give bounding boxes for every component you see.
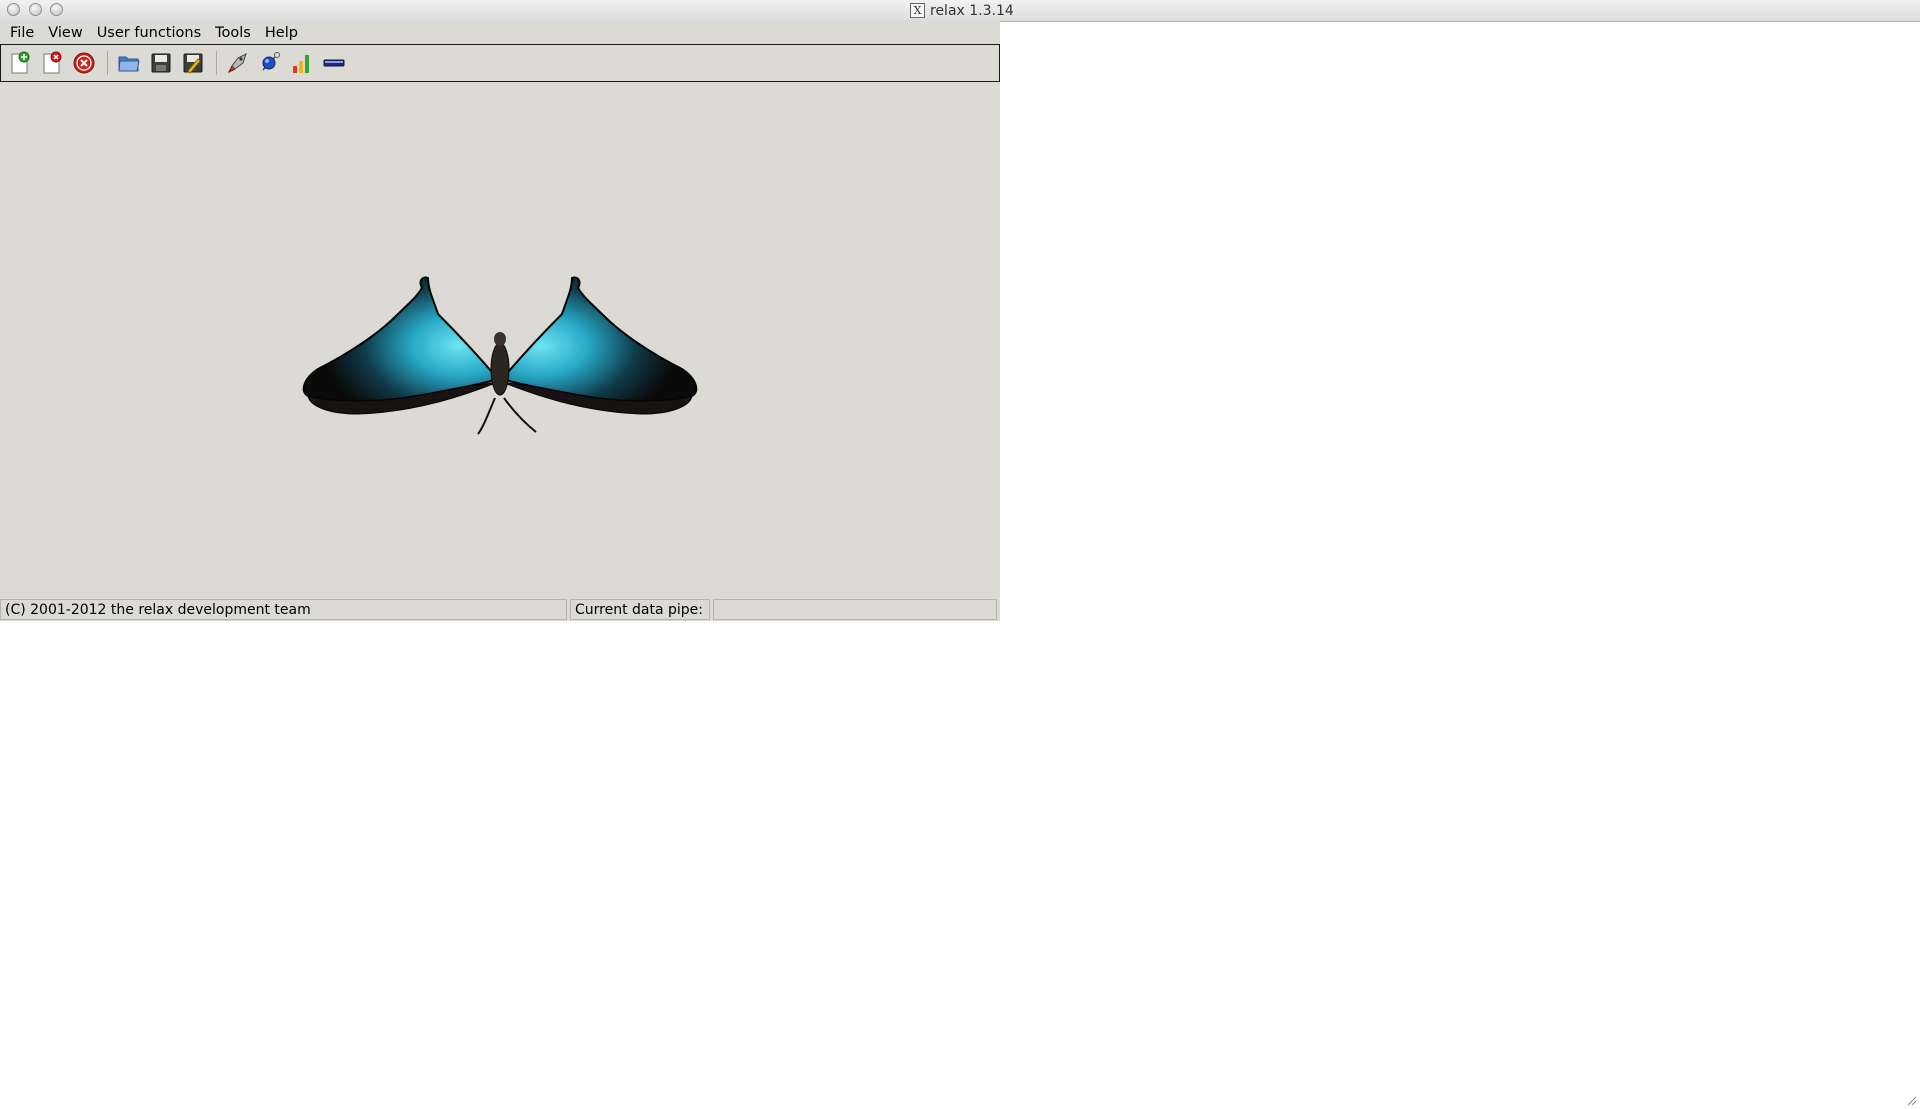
save-as-button[interactable] (180, 50, 206, 76)
close-all-analyses-icon (73, 52, 95, 74)
save-button[interactable] (148, 50, 174, 76)
new-analysis-icon (11, 51, 30, 74)
x11-app-icon: X (910, 3, 925, 18)
menu-file[interactable]: File (3, 22, 41, 44)
statusbar: (C) 2001-2012 the relax development team… (0, 598, 1000, 621)
spin-viewer-icon (323, 59, 345, 67)
menu-help[interactable]: Help (258, 22, 305, 44)
menu-view[interactable]: View (41, 22, 89, 44)
close-window-icon[interactable] (7, 3, 20, 16)
toolbar-separator (216, 51, 217, 75)
close-analysis-button[interactable] (39, 50, 65, 76)
status-copyright: (C) 2001-2012 the relax development team (0, 599, 567, 620)
menu-user-functions[interactable]: User functions (90, 22, 208, 44)
save-as-icon (183, 53, 203, 74)
save-icon (151, 53, 171, 73)
open-folder-icon (118, 56, 140, 72)
butterfly-logo (302, 276, 698, 435)
molecule-icon (262, 52, 280, 71)
minimize-window-icon[interactable] (29, 3, 42, 16)
window-titlebar: X relax 1.3.14 (0, 0, 1920, 22)
window-title-group: X relax 1.3.14 (910, 2, 1014, 19)
menu-tools[interactable]: Tools (208, 22, 258, 44)
maximize-window-icon[interactable] (50, 3, 63, 16)
new-analysis-button[interactable] (7, 50, 33, 76)
open-button[interactable] (116, 50, 142, 76)
status-pipe-value (713, 599, 997, 620)
bar-chart-icon (293, 55, 309, 73)
status-pipe-label: Current data pipe: (570, 599, 710, 620)
close-all-analyses-button[interactable] (71, 50, 97, 76)
window-title: relax 1.3.14 (930, 2, 1014, 19)
toolbar-separator (107, 51, 108, 75)
menubar: File View User functions Tools Help (0, 21, 1000, 45)
spin-viewer-button[interactable] (321, 50, 347, 76)
toolbar (0, 45, 1000, 82)
relax-main-window: File View User functions Tools Help (C) … (0, 21, 1000, 621)
close-analysis-icon (43, 51, 62, 74)
resize-grip-icon[interactable] (1905, 1094, 1917, 1106)
launch-analysis-button[interactable] (225, 50, 251, 76)
launch-rocket-icon (227, 53, 247, 74)
molecule-viewer-button[interactable] (257, 50, 283, 76)
main-canvas (0, 82, 1000, 598)
plot-button[interactable] (289, 50, 315, 76)
